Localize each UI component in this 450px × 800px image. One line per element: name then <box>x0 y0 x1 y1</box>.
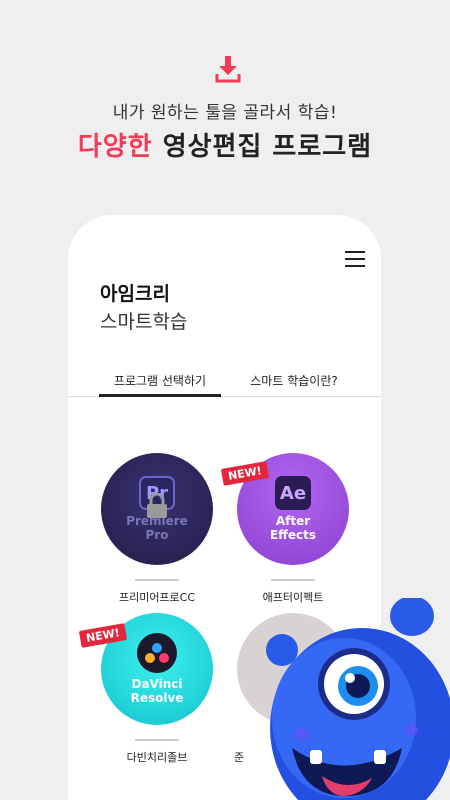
after-effects-logo-text: After Effects <box>269 514 317 542</box>
promo-title: 다양한 영상편집 프로그램 <box>0 126 450 163</box>
monster-mascot <box>266 598 450 800</box>
promo-title-accent: 다양한 <box>77 132 153 162</box>
program-item-premiere[interactable]: Pr Premiere Pro 프리미어프로CC <box>82 453 232 605</box>
tab-smart-learning[interactable]: 스마트 학습이란? <box>238 372 350 397</box>
davinci-logo-mark <box>137 633 177 673</box>
promo-title-rest: 영상편집 프로그램 <box>152 132 373 162</box>
download-icon <box>215 56 241 83</box>
app-subbrand: 스마트학습 <box>100 311 188 333</box>
premiere-logo: Pr Premiere Pro <box>101 453 213 565</box>
lock-icon <box>147 493 167 518</box>
program-label: 다빈치리졸브 <box>126 751 188 764</box>
tab-bar: 프로그램 선택하기 스마트 학습이란? <box>68 365 381 397</box>
promo-subtitle: 내가 원하는 툴을 골라서 학습! <box>112 103 338 123</box>
tab-program-select[interactable]: 프로그램 선택하기 <box>99 372 221 397</box>
program-item-davinci[interactable]: DaVinci Resolve NEW! 다빈치리졸브 <box>78 613 232 765</box>
davinci-logo-text: DaVinci Resolve <box>130 677 184 705</box>
program-item-after-effects[interactable]: Ae After Effects NEW! 애프터이펙트 <box>218 453 368 605</box>
program-label: 프리미어프로CC <box>118 591 196 604</box>
app-brand: 아임크리 <box>100 283 170 305</box>
after-effects-logo-mark: Ae <box>275 476 311 510</box>
hamburger-menu-icon[interactable] <box>345 251 365 267</box>
